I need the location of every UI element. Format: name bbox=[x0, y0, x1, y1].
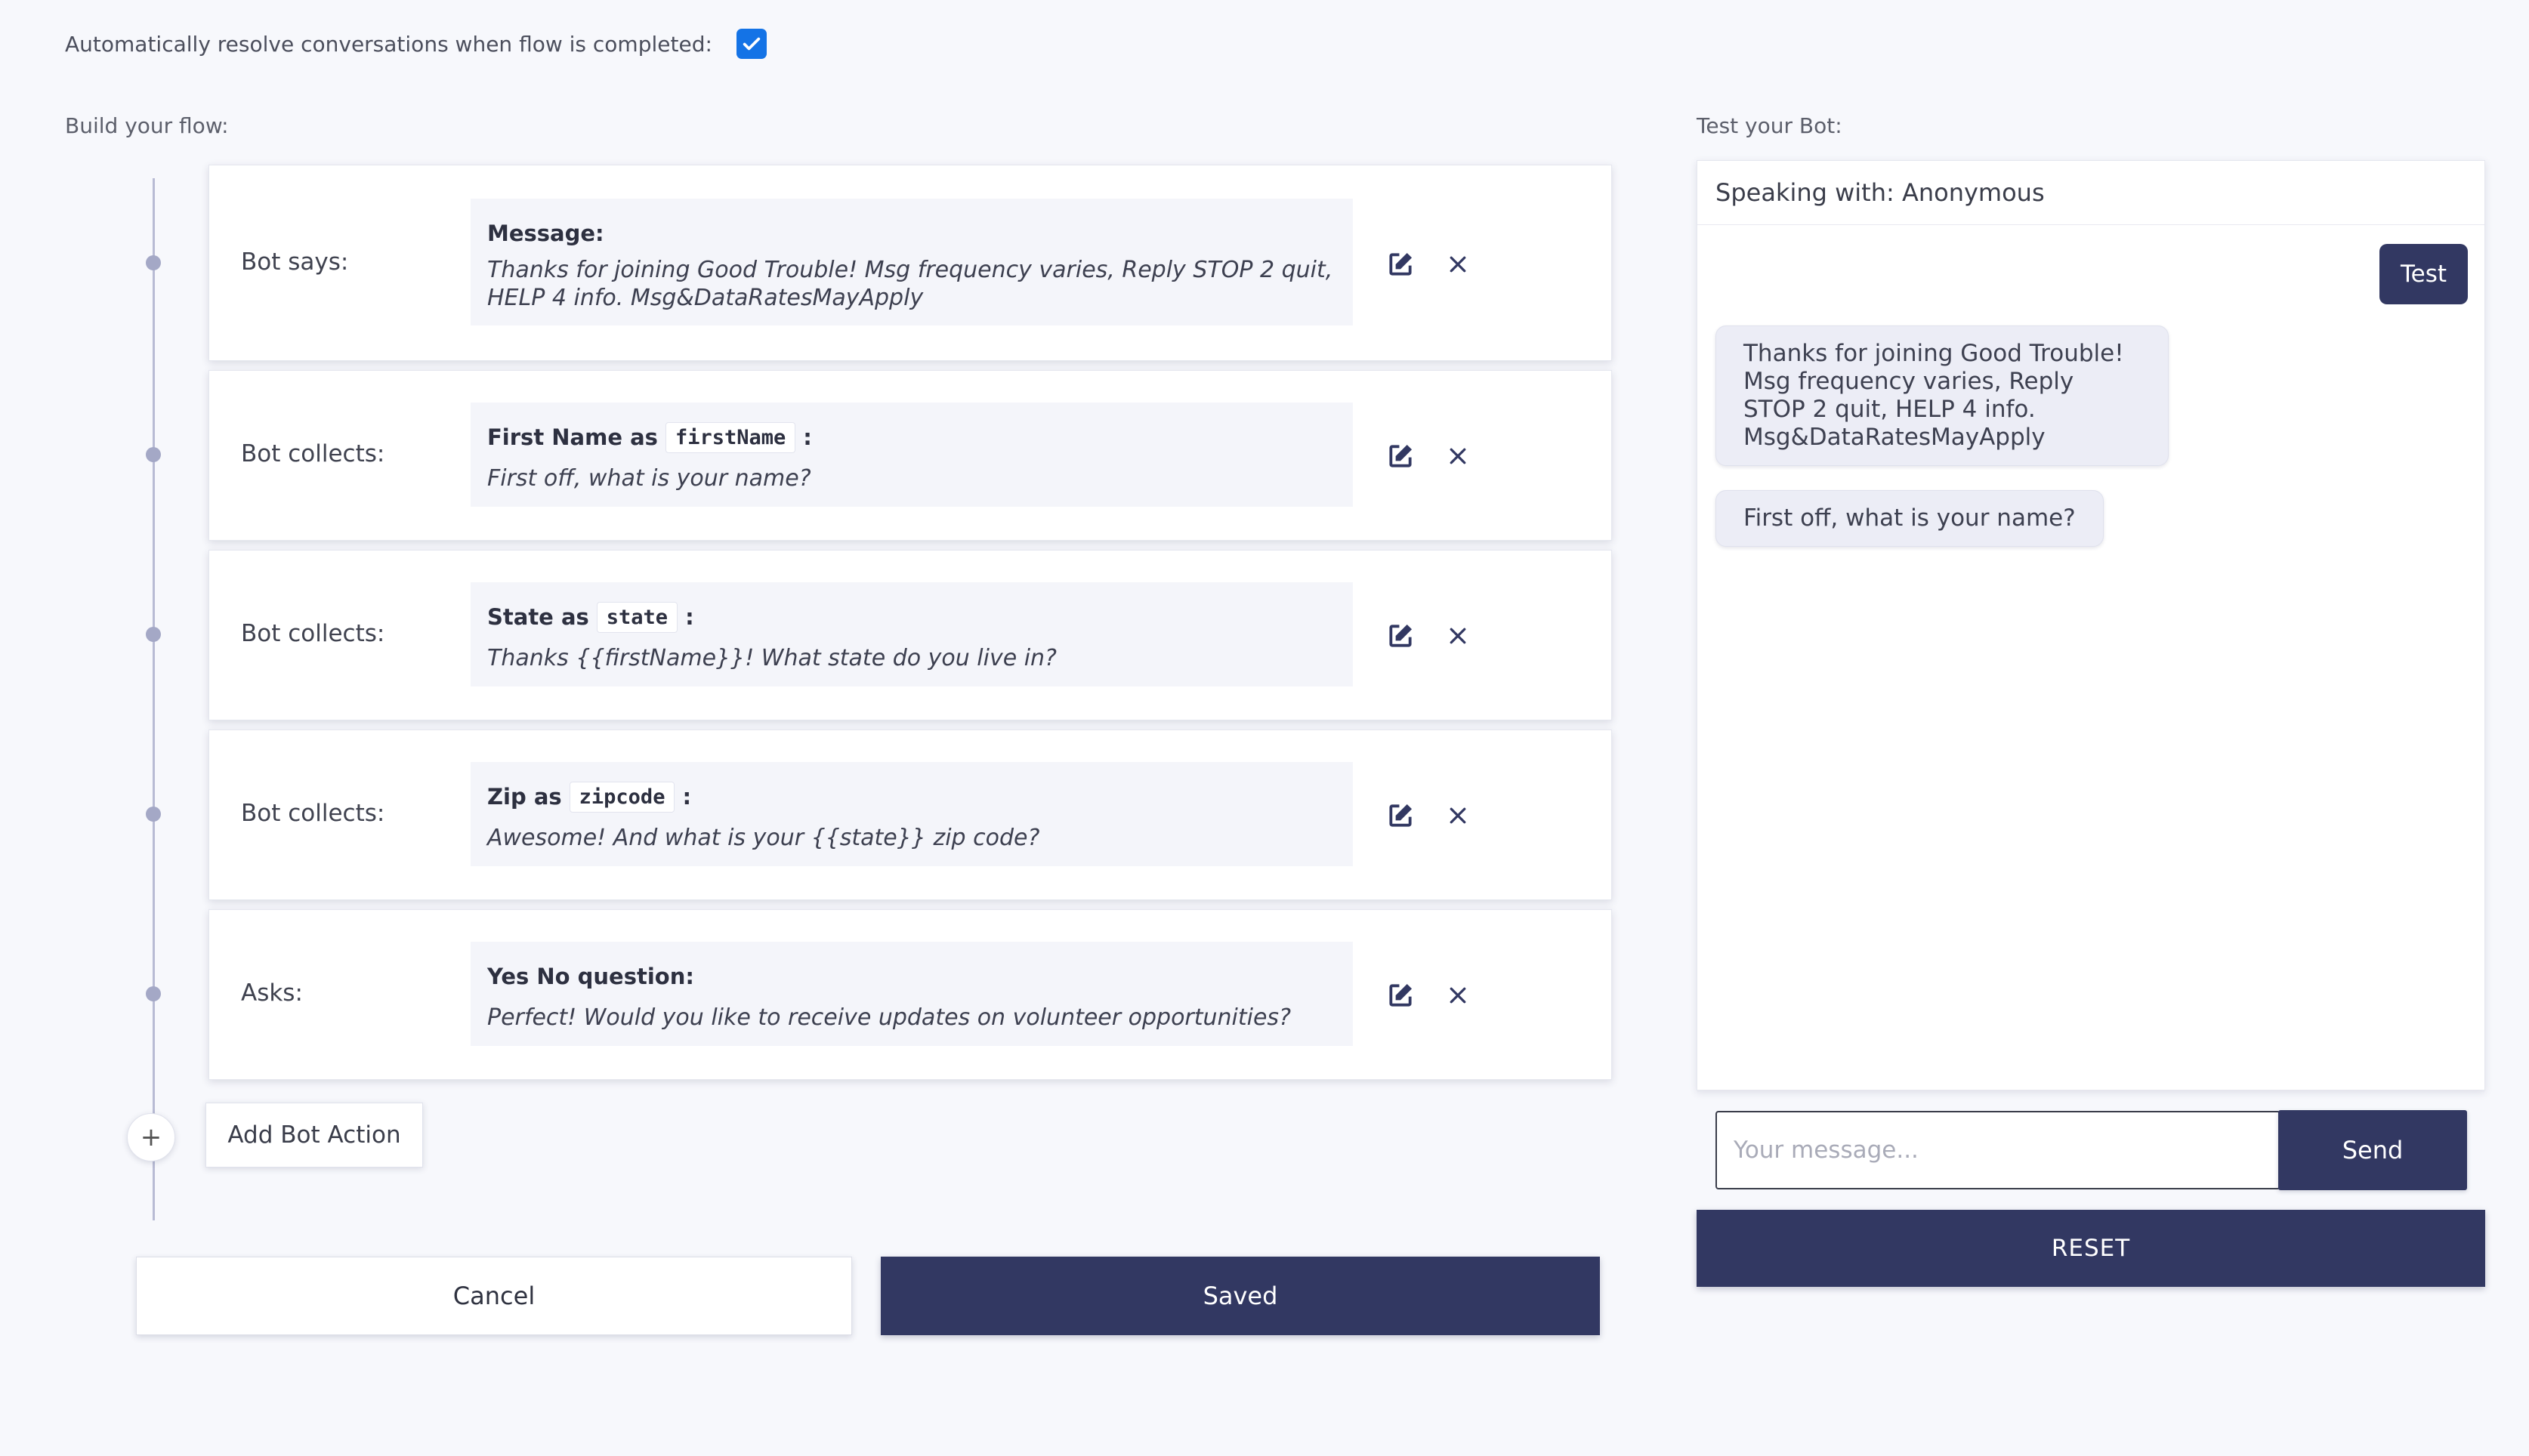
edit-icon[interactable] bbox=[1386, 981, 1415, 1010]
save-button[interactable]: Saved bbox=[881, 1257, 1600, 1335]
plus-icon: + bbox=[140, 1122, 162, 1152]
close-icon[interactable] bbox=[1447, 445, 1469, 467]
auto-resolve-label: Automatically resolve conversations when… bbox=[65, 31, 712, 57]
step-message: Awesome! And what is your {{state}} zip … bbox=[487, 825, 1040, 851]
flow-step-card: Bot collects: State as state : Thanks {{… bbox=[208, 550, 1612, 720]
cancel-button[interactable]: Cancel bbox=[136, 1257, 852, 1335]
close-icon[interactable] bbox=[1447, 984, 1469, 1007]
auto-resolve-setting: Automatically resolve conversations when… bbox=[65, 26, 767, 62]
step-title-text: State as bbox=[487, 604, 589, 630]
step-label: Bot collects: bbox=[241, 800, 385, 827]
test-bot-label: Test your Bot: bbox=[1697, 113, 1842, 138]
title-suffix: : bbox=[685, 604, 694, 630]
step-message: Thanks {{firstName}}! What state do you … bbox=[487, 645, 1057, 671]
close-icon[interactable] bbox=[1447, 804, 1469, 827]
add-bot-action-button[interactable]: Add Bot Action bbox=[205, 1103, 423, 1168]
step-label: Bot says: bbox=[241, 248, 349, 276]
step-message: Thanks for joining Good Trouble! Msg fre… bbox=[487, 257, 1333, 311]
step-label: Bot collects: bbox=[241, 620, 385, 647]
step-title-text: First Name as bbox=[487, 424, 658, 450]
edit-icon[interactable] bbox=[1386, 250, 1415, 279]
variable-name: firstName bbox=[665, 421, 796, 453]
edit-icon[interactable] bbox=[1386, 622, 1415, 650]
user-message: Test bbox=[2379, 244, 2468, 304]
timeline-dot bbox=[146, 255, 161, 270]
flow-step-card: Asks: Yes No question: Perfect! Would yo… bbox=[208, 909, 1612, 1080]
title-suffix: : bbox=[803, 424, 812, 450]
step-title: Zip as zipcode : bbox=[487, 779, 1336, 815]
step-content: State as state : Thanks {{firstName}}! W… bbox=[471, 582, 1353, 686]
title-suffix: : bbox=[682, 784, 692, 810]
close-icon[interactable] bbox=[1447, 625, 1469, 647]
variable-name: state bbox=[596, 601, 678, 633]
timeline-dot bbox=[146, 627, 161, 642]
flow-step-card: Bot says: Message: Thanks for joining Go… bbox=[208, 165, 1612, 361]
edit-icon[interactable] bbox=[1386, 442, 1415, 470]
send-button[interactable]: Send bbox=[2278, 1110, 2467, 1190]
bot-message: First off, what is your name? bbox=[1715, 490, 2104, 547]
close-icon[interactable] bbox=[1447, 253, 1469, 276]
step-title-text: Zip as bbox=[487, 784, 562, 810]
timeline-dot bbox=[146, 986, 161, 1001]
step-content: First Name as firstName : First off, wha… bbox=[471, 403, 1353, 507]
chat-divider bbox=[1697, 1091, 2484, 1092]
timeline-dot bbox=[146, 447, 161, 462]
timeline-line bbox=[153, 178, 155, 1220]
step-label: Bot collects: bbox=[241, 440, 385, 467]
variable-name: zipcode bbox=[569, 781, 675, 813]
step-title: State as state : bbox=[487, 599, 1336, 635]
reset-button[interactable]: RESET bbox=[1697, 1210, 2485, 1287]
step-message: First off, what is your name? bbox=[487, 465, 811, 492]
edit-icon[interactable] bbox=[1386, 801, 1415, 830]
chat-header: Speaking with: Anonymous bbox=[1697, 161, 2484, 225]
step-title-text: Message: bbox=[487, 221, 604, 246]
add-step-button[interactable]: + bbox=[127, 1113, 175, 1161]
flow-step-card: Bot collects: First Name as firstName : … bbox=[208, 370, 1612, 541]
bot-message: Thanks for joining Good Trouble! Msg fre… bbox=[1715, 325, 2169, 466]
auto-resolve-checkbox[interactable] bbox=[736, 29, 767, 59]
build-flow-label: Build your flow: bbox=[65, 113, 229, 138]
step-content: Yes No question: Perfect! Would you like… bbox=[471, 942, 1353, 1046]
chat-window: Speaking with: Anonymous Test Thanks for… bbox=[1697, 160, 2485, 1189]
step-title: First Name as firstName : bbox=[487, 419, 1336, 455]
step-message: Perfect! Would you like to receive updat… bbox=[487, 1004, 1291, 1031]
flow-step-card: Bot collects: Zip as zipcode : Awesome! … bbox=[208, 730, 1612, 900]
step-title: Yes No question: bbox=[487, 958, 1336, 995]
step-content: Message: Thanks for joining Good Trouble… bbox=[471, 199, 1353, 325]
step-title: Message: bbox=[487, 215, 1336, 251]
timeline-dot bbox=[146, 807, 161, 822]
step-label: Asks: bbox=[241, 979, 303, 1007]
step-title-text: Yes No question: bbox=[487, 964, 694, 989]
chat-message-input[interactable] bbox=[1715, 1111, 2280, 1189]
check-icon bbox=[743, 37, 761, 51]
step-content: Zip as zipcode : Awesome! And what is yo… bbox=[471, 762, 1353, 866]
